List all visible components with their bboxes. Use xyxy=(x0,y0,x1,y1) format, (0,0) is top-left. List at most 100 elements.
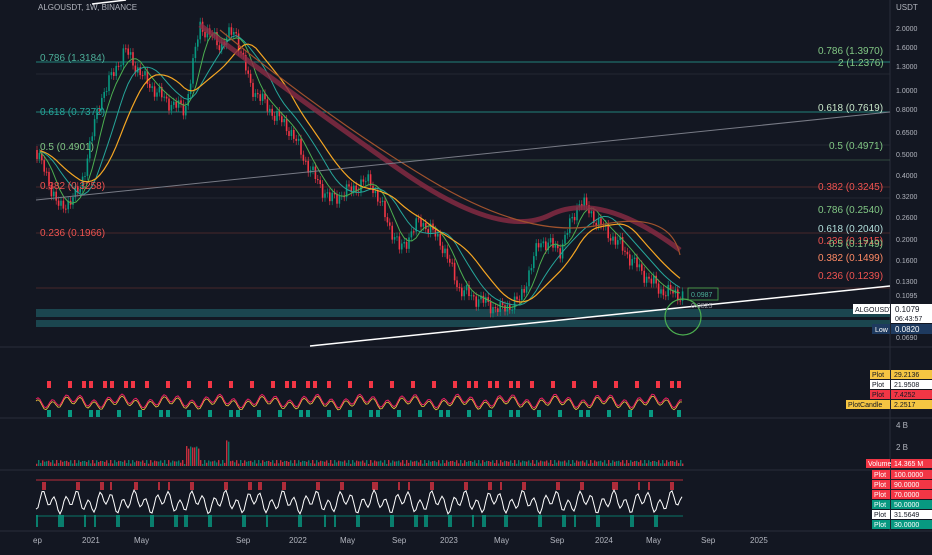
volume-tag-label: Volume xyxy=(868,461,891,468)
oscillator-tag-value-text: 29.2136 xyxy=(894,372,919,379)
candle-body xyxy=(233,31,235,35)
volume-bar xyxy=(628,463,630,466)
volume-bar xyxy=(134,462,136,466)
volume-bar xyxy=(380,460,382,466)
rsi-oversold-fill xyxy=(450,515,452,527)
oscillator-pane[interactable] xyxy=(35,381,683,417)
rsi-overbought-fill xyxy=(490,482,492,490)
signal-marker-buy xyxy=(607,410,611,417)
volume-bar xyxy=(230,461,232,466)
volume-bar xyxy=(314,463,316,466)
candle-body xyxy=(252,82,254,97)
candle-body xyxy=(475,296,477,307)
rsi-overbought-fill xyxy=(76,482,78,490)
rsi-oversold-fill xyxy=(60,515,62,527)
candle-body xyxy=(156,92,158,97)
volume-bar xyxy=(452,460,454,466)
candle-body xyxy=(230,27,233,35)
oscillator-line xyxy=(35,393,683,409)
rsi-oversold-fill xyxy=(596,515,598,527)
volume-bar xyxy=(674,461,676,466)
rsi-line xyxy=(35,488,683,516)
signal-marker-sell xyxy=(348,381,352,388)
fib-label: 0.236 (0.1966) xyxy=(40,228,105,239)
volume-bar xyxy=(492,460,494,466)
rsi-oversold-fill xyxy=(448,515,450,527)
rsi-overbought-fill xyxy=(430,482,432,490)
candle-body xyxy=(521,289,523,300)
signal-marker-sell xyxy=(187,381,191,388)
volume-bar xyxy=(338,460,340,466)
signal-marker-buy xyxy=(47,410,51,417)
volume-bar xyxy=(356,460,358,466)
time-axis[interactable]: ep 2021 May Sep 2022 May Sep 2023 May Sep 2024 May S… xyxy=(33,536,768,545)
volume-bar xyxy=(110,460,112,466)
volume-bar xyxy=(78,460,80,466)
candle-body xyxy=(420,218,422,227)
symbol-title: ALGOUSDT, 1W, BINANCE xyxy=(38,3,137,12)
candle-body xyxy=(626,251,629,255)
volume-bar xyxy=(72,463,74,466)
fib-label: 0.618 (0.7372) xyxy=(40,107,105,118)
volume-bar xyxy=(544,461,546,466)
volume-bar xyxy=(236,460,238,466)
rsi-oversold-fill xyxy=(562,515,564,527)
candle-body xyxy=(348,184,350,187)
rsi-oversold-fill xyxy=(504,515,506,527)
price-scale[interactable]: 2.0000 1.6000 1.3000 1.0000 0.8000 0.6500 0.50… xyxy=(896,26,918,342)
rsi-oversold-fill xyxy=(118,515,120,527)
signal-marker-buy xyxy=(369,410,373,417)
volume-bar xyxy=(232,460,234,466)
signal-marker-sell xyxy=(411,381,415,388)
volume-bar xyxy=(396,461,398,466)
rsi-tag-value-text: 50.0000 xyxy=(894,502,919,509)
signal-marker-sell xyxy=(551,381,555,388)
candle-body xyxy=(60,200,62,206)
volume-bar xyxy=(324,461,326,466)
time-axis-label: ep xyxy=(33,536,42,545)
price-tag-countdown: 06:43:57 xyxy=(895,316,922,323)
candle-body xyxy=(93,119,96,137)
oscillator-tags: Plot 29.2136 Plot 21.9508 Plot 7.4252 PlotCand… xyxy=(846,370,932,409)
volume-bar xyxy=(160,460,162,466)
volume-scale-label: 4 B xyxy=(896,421,908,430)
candle-body xyxy=(163,96,165,98)
signal-marker-sell xyxy=(390,381,394,388)
volume-bar xyxy=(180,462,182,466)
rsi-overbought-fill xyxy=(672,482,674,490)
candle-body xyxy=(427,229,429,234)
fib-label: 0.382 (0.1499) xyxy=(818,253,883,264)
rsi-oversold-fill xyxy=(334,515,336,527)
volume-bar xyxy=(460,460,462,466)
volume-pane[interactable] xyxy=(36,440,684,466)
signal-marker-sell xyxy=(509,381,513,388)
rsi-overbought-fill xyxy=(190,482,192,490)
signal-marker-sell xyxy=(271,381,275,388)
rsi-overbought-fill xyxy=(110,482,112,490)
candle-body xyxy=(321,184,324,198)
rsi-oversold-fill xyxy=(36,515,38,527)
volume-bar xyxy=(578,461,580,466)
volume-bar xyxy=(190,446,192,466)
volume-bar xyxy=(292,463,294,466)
signal-marker-sell xyxy=(166,381,170,388)
signal-marker-buy xyxy=(397,410,401,417)
volume-bar xyxy=(676,460,678,466)
fib-label: 0.5 (0.4971) xyxy=(829,141,883,152)
candle-body xyxy=(374,190,377,194)
time-axis-label: May xyxy=(134,536,149,545)
volume-bar xyxy=(668,462,670,466)
volume-bar xyxy=(482,460,484,466)
candle-body xyxy=(285,119,288,132)
signal-marker-sell xyxy=(250,381,254,388)
volume-bar xyxy=(546,460,548,466)
price-chart-canvas[interactable]: ALGOUSDT, 1W, BINANCE USDT 0.0987 0.0825… xyxy=(0,0,932,550)
volume-bar xyxy=(534,463,536,466)
volume-bar xyxy=(156,461,158,466)
candle-body xyxy=(470,295,473,297)
volume-bar xyxy=(656,461,658,466)
volume-bar xyxy=(564,460,566,466)
volume-bar xyxy=(644,460,646,466)
rsi-pane[interactable] xyxy=(35,479,683,527)
candle-body xyxy=(571,216,573,219)
